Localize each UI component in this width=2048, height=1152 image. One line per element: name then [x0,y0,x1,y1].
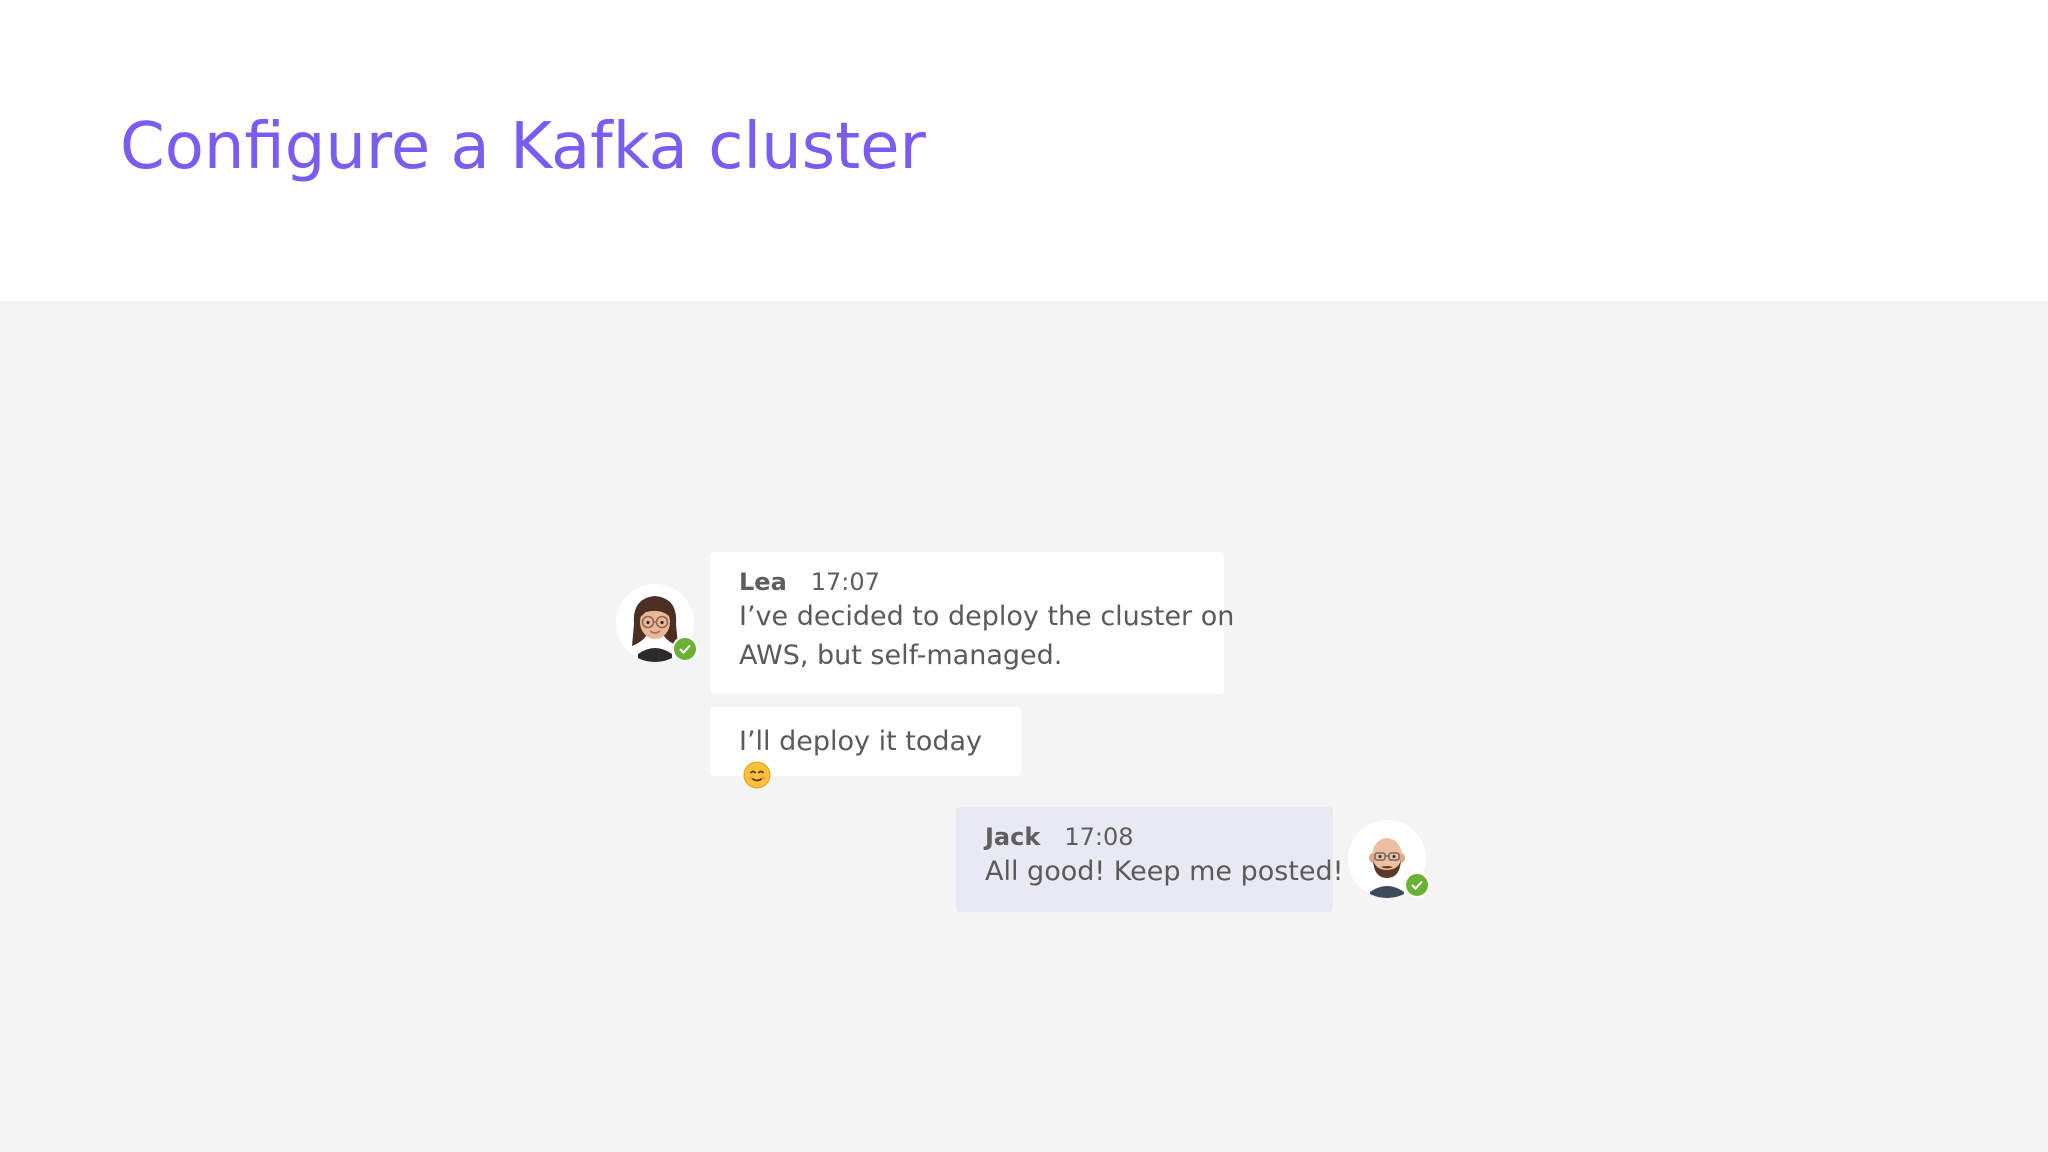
jack-avatar-container[interactable] [1348,820,1430,898]
message-time: 17:08 [1064,823,1134,851]
message-meta: Lea 17:07 [739,567,1195,597]
message-text: I’ll deploy it today [739,726,983,757]
online-status-icon [672,636,698,662]
message-meta: Jack 17:08 [985,822,1304,852]
chat-area: Lea 17:07 I’ve decided to deploy the clus… [0,301,2048,1152]
message-bubble-lea-2[interactable]: I’ll deploy it today [710,707,1021,789]
message-text: All good! Keep me posted! [985,856,1344,887]
online-status-icon [1404,872,1430,898]
sender-name: Jack [985,823,1041,851]
message-text-line-2: AWS, but self-managed. [739,640,1063,671]
page-title: Configure a Kafka cluster [120,110,926,184]
message-time: 17:07 [810,568,880,596]
lea-avatar-container[interactable] [616,584,698,662]
slide-header: Configure a Kafka cluster [0,0,2048,301]
message-text-line-1: I’ve decided to deploy the cluster on [739,601,1235,632]
message-bubble-jack[interactable]: Jack 17:08 All good! Keep me posted! [956,807,1344,912]
smiling-face-icon [743,761,771,793]
sender-name: Lea [739,568,787,596]
message-bubble-lea-1[interactable]: Lea 17:07 I’ve decided to deploy the clus… [710,552,1235,694]
